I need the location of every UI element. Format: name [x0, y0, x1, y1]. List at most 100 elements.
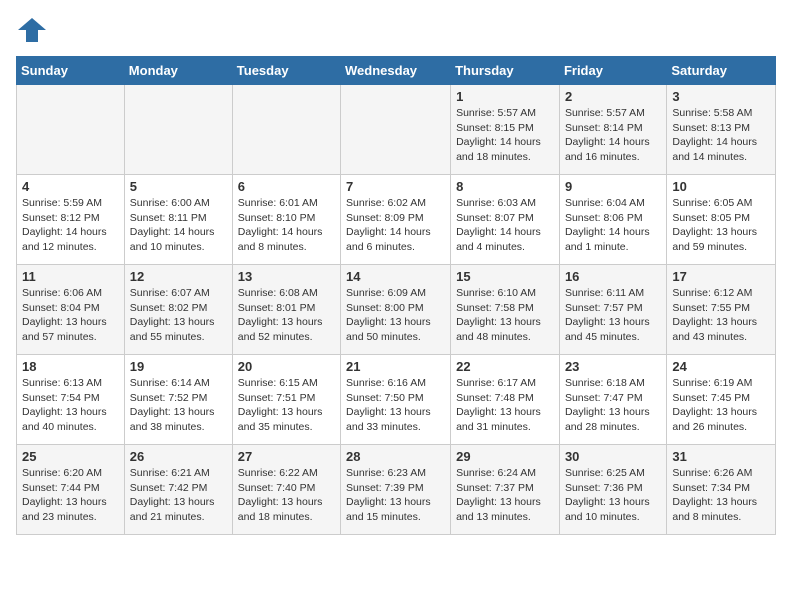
day-number: 27: [238, 449, 335, 464]
day-cell: 29Sunrise: 6:24 AM Sunset: 7:37 PM Dayli…: [451, 445, 560, 535]
day-content: Sunrise: 6:11 AM Sunset: 7:57 PM Dayligh…: [565, 286, 661, 345]
day-content: Sunrise: 6:12 AM Sunset: 7:55 PM Dayligh…: [672, 286, 770, 345]
week-row-3: 11 Sunrise: 6:06 AM Sunset: 8:04 PM Dayli…: [17, 265, 776, 355]
day-number: 20: [238, 359, 335, 374]
day-cell: 8 Sunrise: 6:03 AM Sunset: 8:07 PM Daylig…: [451, 175, 560, 265]
day-number: 15: [456, 269, 554, 284]
day-number: 2: [565, 89, 661, 104]
day-number: 26: [130, 449, 227, 464]
day-number: 1: [456, 89, 554, 104]
day-number: 14: [346, 269, 445, 284]
day-cell: 26Sunrise: 6:21 AM Sunset: 7:42 PM Dayli…: [124, 445, 232, 535]
day-number: 22: [456, 359, 554, 374]
week-row-1: 1 Sunrise: 5:57 AM Sunset: 8:15 PM Daylig…: [17, 85, 776, 175]
day-number: 5: [130, 179, 227, 194]
day-number: 21: [346, 359, 445, 374]
day-content: Sunrise: 6:01 AM Sunset: 8:10 PM Dayligh…: [238, 196, 335, 255]
day-number: 24: [672, 359, 770, 374]
day-cell: 25Sunrise: 6:20 AM Sunset: 7:44 PM Dayli…: [17, 445, 125, 535]
day-number: 10: [672, 179, 770, 194]
day-content: Sunrise: 5:59 AM Sunset: 8:12 PM Dayligh…: [22, 196, 119, 255]
day-cell: 23 Sunrise: 6:18 AM Sunset: 7:47 PM Dayli…: [559, 355, 666, 445]
day-cell: 12Sunrise: 6:07 AM Sunset: 8:02 PM Dayli…: [124, 265, 232, 355]
day-number: 28: [346, 449, 445, 464]
day-content: Sunrise: 6:23 AM Sunset: 7:39 PM Dayligh…: [346, 466, 445, 525]
day-cell: [17, 85, 125, 175]
day-content: Sunrise: 6:16 AM Sunset: 7:50 PM Dayligh…: [346, 376, 445, 435]
day-number: 12: [130, 269, 227, 284]
days-header-row: SundayMondayTuesdayWednesdayThursdayFrid…: [17, 57, 776, 85]
day-number: 11: [22, 269, 119, 284]
day-cell: 21 Sunrise: 6:16 AM Sunset: 7:50 PM Dayli…: [341, 355, 451, 445]
day-header-saturday: Saturday: [667, 57, 776, 85]
day-cell: 17 Sunrise: 6:12 AM Sunset: 7:55 PM Dayli…: [667, 265, 776, 355]
day-content: Sunrise: 6:06 AM Sunset: 8:04 PM Dayligh…: [22, 286, 119, 345]
week-row-4: 18 Sunrise: 6:13 AM Sunset: 7:54 PM Dayli…: [17, 355, 776, 445]
day-cell: 16 Sunrise: 6:11 AM Sunset: 7:57 PM Dayli…: [559, 265, 666, 355]
day-number: 17: [672, 269, 770, 284]
day-cell: 1 Sunrise: 5:57 AM Sunset: 8:15 PM Daylig…: [451, 85, 560, 175]
day-number: 19: [130, 359, 227, 374]
day-content: Sunrise: 6:14 AM Sunset: 7:52 PM Dayligh…: [130, 376, 227, 435]
day-number: 9: [565, 179, 661, 194]
day-cell: 10 Sunrise: 6:05 AM Sunset: 8:05 PM Dayli…: [667, 175, 776, 265]
day-cell: 5Sunrise: 6:00 AM Sunset: 8:11 PM Daylig…: [124, 175, 232, 265]
day-content: Sunrise: 6:19 AM Sunset: 7:45 PM Dayligh…: [672, 376, 770, 435]
page-header: [16, 16, 776, 44]
day-cell: 11 Sunrise: 6:06 AM Sunset: 8:04 PM Dayli…: [17, 265, 125, 355]
day-cell: 19 Sunrise: 6:14 AM Sunset: 7:52 PM Dayli…: [124, 355, 232, 445]
day-number: 25: [22, 449, 119, 464]
day-content: Sunrise: 6:17 AM Sunset: 7:48 PM Dayligh…: [456, 376, 554, 435]
logo-icon: [16, 16, 48, 44]
day-cell: 13 Sunrise: 6:08 AM Sunset: 8:01 PM Dayli…: [232, 265, 340, 355]
day-content: Sunrise: 6:13 AM Sunset: 7:54 PM Dayligh…: [22, 376, 119, 435]
day-cell: 7Sunrise: 6:02 AM Sunset: 8:09 PM Daylig…: [341, 175, 451, 265]
day-cell: 31 Sunrise: 6:26 AM Sunset: 7:34 PM Dayli…: [667, 445, 776, 535]
day-cell: [232, 85, 340, 175]
day-number: 18: [22, 359, 119, 374]
day-number: 30: [565, 449, 661, 464]
day-cell: 24 Sunrise: 6:19 AM Sunset: 7:45 PM Dayli…: [667, 355, 776, 445]
day-number: 6: [238, 179, 335, 194]
day-number: 4: [22, 179, 119, 194]
day-number: 13: [238, 269, 335, 284]
day-content: Sunrise: 6:15 AM Sunset: 7:51 PM Dayligh…: [238, 376, 335, 435]
day-header-sunday: Sunday: [17, 57, 125, 85]
day-cell: 22 Sunrise: 6:17 AM Sunset: 7:48 PM Dayli…: [451, 355, 560, 445]
day-cell: 4 Sunrise: 5:59 AM Sunset: 8:12 PM Daylig…: [17, 175, 125, 265]
day-number: 29: [456, 449, 554, 464]
day-cell: 9 Sunrise: 6:04 AM Sunset: 8:06 PM Daylig…: [559, 175, 666, 265]
day-content: Sunrise: 6:05 AM Sunset: 8:05 PM Dayligh…: [672, 196, 770, 255]
day-content: Sunrise: 5:58 AM Sunset: 8:13 PM Dayligh…: [672, 106, 770, 165]
day-content: Sunrise: 6:26 AM Sunset: 7:34 PM Dayligh…: [672, 466, 770, 525]
day-content: Sunrise: 5:57 AM Sunset: 8:15 PM Dayligh…: [456, 106, 554, 165]
calendar-table: SundayMondayTuesdayWednesdayThursdayFrid…: [16, 56, 776, 535]
day-cell: 30Sunrise: 6:25 AM Sunset: 7:36 PM Dayli…: [559, 445, 666, 535]
day-number: 31: [672, 449, 770, 464]
day-cell: 3 Sunrise: 5:58 AM Sunset: 8:13 PM Daylig…: [667, 85, 776, 175]
week-row-2: 4 Sunrise: 5:59 AM Sunset: 8:12 PM Daylig…: [17, 175, 776, 265]
day-cell: 18 Sunrise: 6:13 AM Sunset: 7:54 PM Dayli…: [17, 355, 125, 445]
day-number: 8: [456, 179, 554, 194]
day-cell: [341, 85, 451, 175]
day-header-tuesday: Tuesday: [232, 57, 340, 85]
day-number: 7: [346, 179, 445, 194]
day-number: 3: [672, 89, 770, 104]
day-content: Sunrise: 6:22 AM Sunset: 7:40 PM Dayligh…: [238, 466, 335, 525]
day-cell: 14 Sunrise: 6:09 AM Sunset: 8:00 PM Dayli…: [341, 265, 451, 355]
day-content: Sunrise: 6:08 AM Sunset: 8:01 PM Dayligh…: [238, 286, 335, 345]
day-header-friday: Friday: [559, 57, 666, 85]
day-content: Sunrise: 6:18 AM Sunset: 7:47 PM Dayligh…: [565, 376, 661, 435]
day-header-monday: Monday: [124, 57, 232, 85]
day-content: Sunrise: 6:04 AM Sunset: 8:06 PM Dayligh…: [565, 196, 661, 255]
day-cell: 27 Sunrise: 6:22 AM Sunset: 7:40 PM Dayli…: [232, 445, 340, 535]
day-cell: 15 Sunrise: 6:10 AM Sunset: 7:58 PM Dayli…: [451, 265, 560, 355]
day-number: 16: [565, 269, 661, 284]
day-content: Sunrise: 6:03 AM Sunset: 8:07 PM Dayligh…: [456, 196, 554, 255]
logo: [16, 16, 50, 44]
day-cell: 2Sunrise: 5:57 AM Sunset: 8:14 PM Daylig…: [559, 85, 666, 175]
day-number: 23: [565, 359, 661, 374]
day-cell: [124, 85, 232, 175]
day-content: Sunrise: 6:09 AM Sunset: 8:00 PM Dayligh…: [346, 286, 445, 345]
day-content: Sunrise: 6:10 AM Sunset: 7:58 PM Dayligh…: [456, 286, 554, 345]
